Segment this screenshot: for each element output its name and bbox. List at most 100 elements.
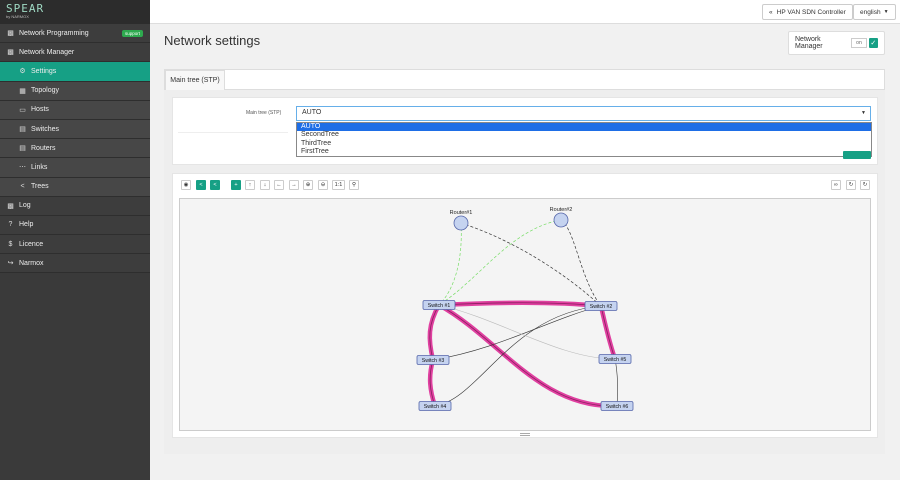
option-auto[interactable]: AUTO — [297, 123, 871, 132]
router-label: Router#1 — [450, 210, 473, 216]
topbar: « HP VAN SDN Controller english ▼ — [150, 0, 900, 24]
controller-label: HP VAN SDN Controller — [776, 8, 846, 16]
topology-graph[interactable]: Router#1 Router#2 Switch #1 Switch #2 Switch… — [180, 199, 872, 432]
sidebar-item-settings[interactable]: ⚙ Settings — [0, 62, 150, 82]
divider — [178, 132, 288, 133]
sidebar-item-label: Network Programming — [19, 29, 89, 37]
sidebar-item-label: Switches — [31, 125, 60, 133]
arrow-up-icon[interactable]: ↑ — [245, 180, 255, 190]
router-label: Router#2 — [550, 207, 573, 213]
sidebar-item-label: Help — [19, 221, 34, 229]
network-link — [432, 305, 602, 361]
arrow-right-icon[interactable]: → — [289, 180, 299, 190]
arrow-left-icon[interactable]: ← — [274, 180, 284, 190]
sidebar-item-trees[interactable]: < Trees — [0, 177, 150, 197]
controller-button[interactable]: « HP VAN SDN Controller — [762, 4, 853, 20]
page-title: Network settings — [164, 33, 261, 48]
refresh-icon[interactable]: ↻ — [846, 180, 856, 190]
logo-title: SPEAR — [6, 2, 45, 15]
folder-icon: ▩ — [7, 202, 14, 210]
sidebar-item-licence[interactable]: $ Licence — [0, 235, 150, 255]
switch-label: Switch #5 — [604, 357, 627, 363]
tree-link-glow — [437, 303, 618, 409]
question-icon: ? — [8, 221, 13, 229]
link-icon[interactable]: ∞ — [831, 180, 841, 190]
select-value: AUTO — [302, 109, 322, 116]
sidebar-item-label: Trees — [31, 183, 49, 191]
caret-down-icon: ▼ — [883, 9, 889, 15]
sidebar-item-label: Licence — [19, 240, 44, 248]
resize-handle[interactable] — [520, 433, 530, 436]
share-icon: < — [20, 183, 25, 191]
logo-subtitle: by NARMOX — [6, 14, 29, 19]
sidebar-item-label: Topology — [31, 87, 60, 95]
briefcase-icon: ▩ — [7, 49, 14, 57]
wrench-icon: ↪ — [7, 260, 14, 268]
sidebar-item-label: Network Manager — [19, 48, 75, 56]
sidebar-item-hosts[interactable]: ▭ Hosts — [0, 100, 150, 120]
plus-icon[interactable]: + — [231, 180, 241, 190]
hdd-icon: ▤ — [19, 126, 26, 134]
network-link — [614, 358, 618, 407]
sidebar-item-label: Settings — [31, 67, 57, 75]
sidebar-item-label: Narmox — [19, 259, 44, 267]
refresh-icon[interactable]: ↻ — [860, 180, 870, 190]
map-icon: ▦ — [19, 87, 26, 95]
arrow-down-icon[interactable]: ↓ — [260, 180, 270, 190]
search-icon[interactable]: ⚲ — [349, 180, 359, 190]
sidebar-item-switches[interactable]: ▤ Switches — [0, 119, 150, 140]
router-link — [438, 222, 462, 306]
support-badge[interactable]: support — [121, 29, 143, 37]
save-button[interactable] — [843, 151, 871, 159]
caret-down-icon: ▼ — [861, 110, 866, 116]
language-dropdown[interactable]: english ▼ — [853, 4, 896, 20]
sidebar-item-label: Links — [31, 163, 48, 171]
sidebar: SPEAR by NARMOX ▩ Network Programming su… — [0, 0, 150, 480]
sidebar-item-narmox[interactable]: ↪ Narmox — [0, 254, 150, 274]
check-icon[interactable]: ✓ — [868, 38, 878, 48]
option-first-tree[interactable]: FirstTree — [297, 148, 871, 156]
share-icon[interactable]: < — [210, 180, 220, 190]
language-label: english — [860, 8, 881, 16]
router-node — [553, 212, 569, 228]
network-manager-toggle-box: Network Manager on ✓ — [788, 31, 885, 55]
sidebar-item-links[interactable]: ⋯ Links — [0, 158, 150, 178]
sidebar-item-network-programming[interactable]: ▩ Network Programming support — [0, 24, 150, 44]
eye-icon[interactable]: ◉ — [181, 180, 191, 190]
zoom-reset-button[interactable]: 1:1 — [332, 180, 345, 190]
laptop-icon: ▭ — [19, 106, 26, 114]
network-manager-toggle[interactable]: on — [851, 38, 867, 48]
gear-icon: ⚙ — [19, 68, 26, 76]
router-link — [460, 222, 602, 307]
logo: SPEAR by NARMOX — [0, 0, 150, 24]
router-node — [453, 215, 469, 231]
option-second-tree[interactable]: SecondTree — [297, 131, 871, 139]
sidebar-item-network-manager[interactable]: ▩ Network Manager — [0, 43, 150, 63]
zoom-in-icon[interactable]: ⊕ — [303, 180, 313, 190]
dots-icon: ⋯ — [19, 164, 26, 172]
briefcase-icon: ▩ — [7, 30, 14, 38]
sidebar-item-routers[interactable]: ▤ Routers — [0, 139, 150, 159]
sidebar-item-label: Routers — [31, 144, 56, 152]
chevrons-left-icon: « — [769, 8, 773, 16]
topology-canvas[interactable]: Router#1 Router#2 Switch #1 Switch #2 Switch… — [179, 198, 871, 431]
switch-label: Switch #3 — [422, 358, 445, 364]
switch-label: Switch #4 — [424, 404, 447, 410]
router-link — [560, 219, 602, 307]
main-tree-select[interactable]: AUTO ▼ — [296, 106, 871, 121]
sidebar-item-topology[interactable]: ▦ Topology — [0, 81, 150, 101]
sidebar-item-label: Log — [19, 202, 31, 210]
zoom-out-icon[interactable]: ⊖ — [318, 180, 328, 190]
router-link — [438, 219, 562, 306]
main-tree-options: AUTO SecondTree ThirdTree FirstTree — [296, 122, 872, 157]
network-manager-label: Network Manager — [795, 36, 823, 50]
sidebar-item-log[interactable]: ▩ Log — [0, 196, 150, 216]
tab-main-tree[interactable]: Main tree (STP) — [165, 70, 225, 90]
switch-label: Switch #6 — [606, 404, 629, 410]
sidebar-item-help[interactable]: ? Help — [0, 215, 150, 236]
option-third-tree[interactable]: ThirdTree — [297, 140, 871, 148]
dollar-icon: $ — [8, 240, 13, 248]
share-icon[interactable]: < — [196, 180, 206, 190]
switch-label: Switch #1 — [428, 303, 451, 309]
hdd-icon: ▤ — [19, 145, 26, 153]
